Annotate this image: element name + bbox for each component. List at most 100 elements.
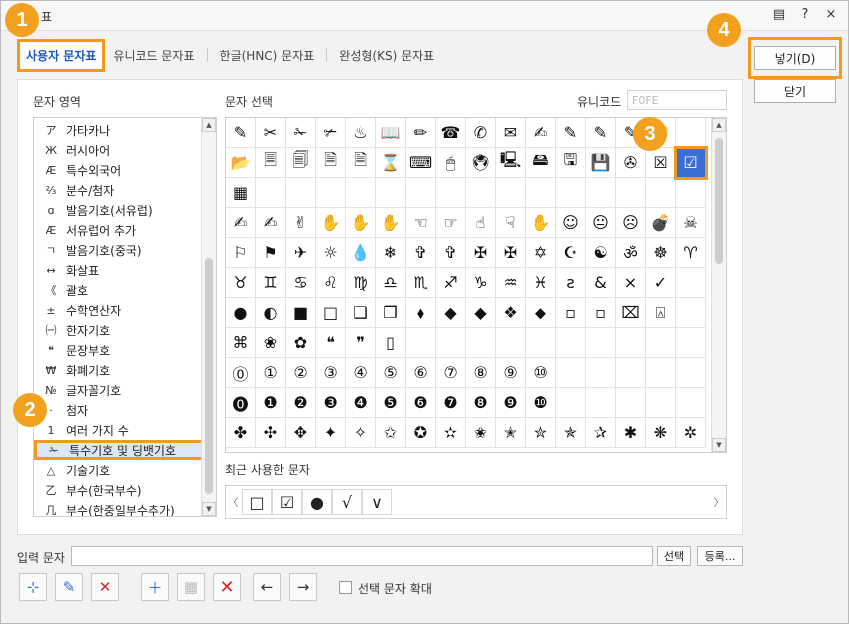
edit-user-chars-icon[interactable]: ✎ bbox=[55, 573, 83, 601]
char-cell[interactable]: 🖴 bbox=[526, 148, 556, 178]
char-cell[interactable]: ⌧ bbox=[616, 298, 646, 328]
char-cell[interactable]: ☼ bbox=[316, 238, 346, 268]
char-cell[interactable]: ✿ bbox=[286, 328, 316, 358]
char-cell[interactable]: ☹ bbox=[616, 208, 646, 238]
select-button[interactable]: 선택 bbox=[657, 546, 691, 566]
category-item[interactable]: № 글자꼴기호 bbox=[34, 380, 202, 400]
char-cell[interactable]: ③ bbox=[316, 358, 346, 388]
char-cell[interactable]: ☑ bbox=[674, 146, 708, 180]
empty-char-cell[interactable] bbox=[496, 178, 526, 208]
empty-char-cell[interactable] bbox=[346, 178, 376, 208]
recent-char-cell[interactable]: ☑ bbox=[272, 489, 302, 515]
move-right-icon[interactable]: → bbox=[289, 573, 317, 601]
scroll-down-arrow-icon[interactable]: ▼ bbox=[202, 502, 216, 516]
empty-char-cell[interactable] bbox=[676, 268, 706, 298]
char-cell[interactable]: ⓿ bbox=[226, 388, 256, 418]
char-cell[interactable]: ♋ bbox=[286, 268, 316, 298]
char-cell[interactable]: ✫ bbox=[436, 418, 466, 448]
register-button[interactable]: 등록... bbox=[697, 546, 743, 566]
empty-char-cell[interactable] bbox=[646, 178, 676, 208]
recent-right-arrow-icon[interactable]: 〉 bbox=[712, 486, 726, 518]
char-cell[interactable]: ❿ bbox=[526, 388, 556, 418]
empty-char-cell[interactable] bbox=[646, 328, 676, 358]
recent-char-cell[interactable]: ● bbox=[302, 489, 332, 515]
char-cell[interactable]: ❄ bbox=[376, 238, 406, 268]
char-cell[interactable]: ♑ bbox=[466, 268, 496, 298]
char-cell[interactable]: ✍ bbox=[526, 118, 556, 148]
char-cell[interactable]: 💧 bbox=[346, 238, 376, 268]
empty-char-cell[interactable] bbox=[406, 178, 436, 208]
char-cell[interactable]: ▯ bbox=[376, 328, 406, 358]
tab-hnc-charmap[interactable]: 한글(HNC) 문자표 bbox=[212, 47, 323, 64]
add-icon[interactable]: ＋ bbox=[141, 573, 169, 601]
char-cell[interactable]: ❺ bbox=[376, 388, 406, 418]
empty-char-cell[interactable] bbox=[646, 358, 676, 388]
char-cell[interactable]: ▫ bbox=[586, 298, 616, 328]
recent-char-cell[interactable]: √ bbox=[332, 489, 362, 515]
char-cell[interactable]: 😐 bbox=[586, 208, 616, 238]
char-cell[interactable]: ❝ bbox=[316, 328, 346, 358]
category-item[interactable]: ɑ 발음기호(서유럽) bbox=[34, 200, 202, 220]
char-cell[interactable]: ◐ bbox=[256, 298, 286, 328]
help-button[interactable]: ? bbox=[798, 7, 812, 22]
empty-char-cell[interactable] bbox=[586, 328, 616, 358]
empty-char-cell[interactable] bbox=[526, 328, 556, 358]
char-cell[interactable]: ✉ bbox=[496, 118, 526, 148]
char-cell[interactable]: ☎ bbox=[436, 118, 466, 148]
category-item[interactable]: ㄱ 발음기호(중국) bbox=[34, 240, 202, 260]
menu-icon[interactable]: ▤ bbox=[772, 7, 786, 22]
char-cell[interactable]: ✏ bbox=[406, 118, 436, 148]
char-cell[interactable]: ✡ bbox=[526, 238, 556, 268]
close-dialog-button[interactable]: 닫기 bbox=[754, 79, 836, 103]
category-item[interactable]: ✁ 특수기호 및 딩뱃기호 bbox=[34, 440, 204, 460]
empty-char-cell[interactable] bbox=[436, 178, 466, 208]
category-item[interactable]: ₩ 화폐기호 bbox=[34, 360, 202, 380]
char-cell[interactable]: ✋ bbox=[346, 208, 376, 238]
char-cell[interactable]: ✪ bbox=[406, 418, 436, 448]
char-cell[interactable]: ❾ bbox=[496, 388, 526, 418]
char-cell[interactable]: ✦ bbox=[316, 418, 346, 448]
char-cell[interactable]: ✌ bbox=[286, 208, 316, 238]
char-cell[interactable]: ✂ bbox=[256, 118, 286, 148]
empty-char-cell[interactable] bbox=[616, 178, 646, 208]
char-cell[interactable]: × bbox=[616, 268, 646, 298]
char-cell[interactable]: ☜ bbox=[406, 208, 436, 238]
char-cell[interactable]: ⬥ bbox=[526, 298, 556, 328]
category-item[interactable]: △ 기술기호 bbox=[34, 460, 202, 480]
char-cell[interactable]: ☒ bbox=[646, 148, 676, 178]
insert-button[interactable]: 넣기(D) bbox=[754, 46, 836, 70]
char-cell[interactable]: ⑨ bbox=[496, 358, 526, 388]
empty-char-cell[interactable] bbox=[676, 298, 706, 328]
char-cell[interactable]: ✭ bbox=[496, 418, 526, 448]
delete-icon[interactable]: ✕ bbox=[213, 573, 241, 601]
char-cell[interactable]: ✋ bbox=[376, 208, 406, 238]
category-list[interactable]: 几 부수(한중일부수추가) 乙 부수(한국부수) △ 기술기호 ✁ 특수기호 및 딩뱃기호 1 여… bbox=[33, 117, 217, 517]
category-item[interactable]: ⅔ 분수/첨자 bbox=[34, 180, 202, 200]
char-cell[interactable]: 🖳 bbox=[496, 148, 526, 178]
empty-char-cell[interactable] bbox=[286, 178, 316, 208]
char-cell[interactable]: ♍ bbox=[346, 268, 376, 298]
scroll-up-arrow-icon[interactable]: ▲ bbox=[202, 118, 216, 132]
char-cell[interactable]: ✋ bbox=[316, 208, 346, 238]
char-cell[interactable]: ◆ bbox=[436, 298, 466, 328]
empty-char-cell[interactable] bbox=[676, 178, 706, 208]
char-cell[interactable]: ❶ bbox=[256, 388, 286, 418]
char-cell[interactable]: ❽ bbox=[466, 388, 496, 418]
empty-char-cell[interactable] bbox=[586, 388, 616, 418]
table-icon[interactable]: ▦ bbox=[177, 573, 205, 601]
char-cell[interactable]: ☪ bbox=[556, 238, 586, 268]
char-cell[interactable]: ● bbox=[226, 298, 256, 328]
char-cell[interactable]: □ bbox=[316, 298, 346, 328]
char-cell[interactable]: ✯ bbox=[556, 418, 586, 448]
char-cell[interactable]: ♉ bbox=[226, 268, 256, 298]
close-button[interactable]: × bbox=[824, 7, 838, 22]
category-item[interactable]: ㈠ 한자기호 bbox=[34, 320, 202, 340]
tab-user-charmap[interactable]: 사용자 문자표 bbox=[17, 38, 106, 72]
char-cell[interactable]: ❻ bbox=[406, 388, 436, 418]
char-cell[interactable]: ❑ bbox=[346, 298, 376, 328]
char-cell[interactable]: ♊ bbox=[256, 268, 286, 298]
char-cell[interactable]: ◆ bbox=[466, 298, 496, 328]
char-cell[interactable]: 📖 bbox=[376, 118, 406, 148]
char-cell[interactable]: ✈ bbox=[286, 238, 316, 268]
char-cell[interactable]: ⑤ bbox=[376, 358, 406, 388]
